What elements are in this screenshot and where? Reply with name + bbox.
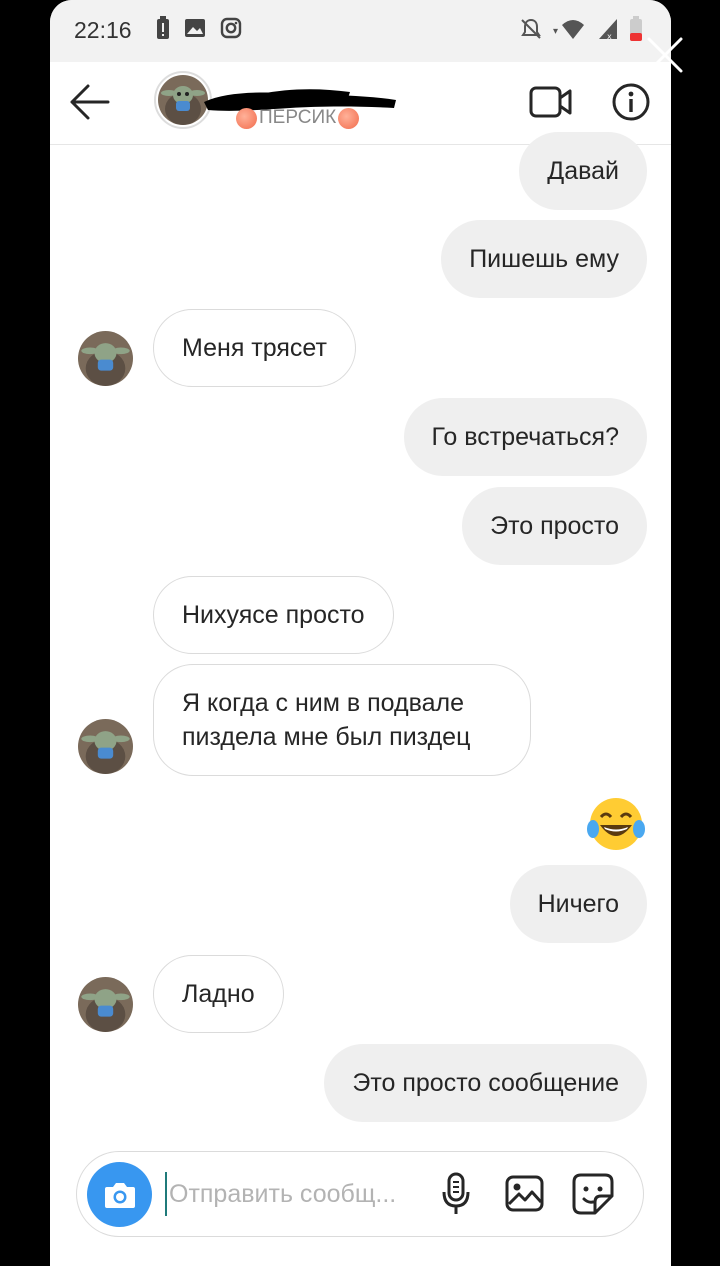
close-icon [647,37,683,73]
message-text: Ничего [537,889,619,918]
message-out[interactable]: Пишешь ему [441,220,647,298]
camera-button[interactable] [87,1162,152,1227]
contact-subtitle: ПЕРСИК [236,107,360,129]
message-text: Это просто [490,511,619,540]
arrow-left-icon [70,84,110,120]
message-text: Это просто сообщение [352,1068,619,1097]
camera-icon [104,1182,135,1208]
message-in[interactable]: Нихуясе просто [153,576,394,654]
battery-icon [630,16,642,41]
message-text: Давай [547,156,619,185]
status-bar: 22:16 ▾ x [50,0,671,62]
message-out[interactable]: Это просто сообщение [324,1044,647,1122]
message-composer [76,1151,644,1237]
wifi-icon: ▾ [553,20,584,39]
peach-icon [236,107,257,129]
message-text: Нихуясе просто [182,600,365,629]
message-text: Меня трясет [182,333,327,362]
message-text: Ладно [182,979,255,1008]
message-out[interactable]: Это просто [462,487,647,565]
status-time: 22:16 [74,17,132,43]
voice-message-button[interactable] [439,1172,473,1221]
image-notification-icon [185,19,205,37]
image-gallery-icon [505,1175,544,1212]
message-out[interactable]: Ничего [509,865,647,943]
message-text: Го встречаться? [431,422,619,451]
video-camera-icon [529,86,572,118]
svg-text:▾: ▾ [553,26,558,37]
message-in[interactable]: Меня трясет [153,309,356,387]
message-text: Я когда с ним в подвале пиздела мне был … [182,689,471,751]
sticker-button[interactable] [571,1172,615,1221]
microphone-icon [442,1172,470,1214]
avatar-image [78,331,133,386]
contact-mini-avatar[interactable] [78,331,133,386]
sticker-icon [572,1173,614,1215]
message-in[interactable]: Ладно [153,955,284,1033]
video-call-button[interactable] [529,85,573,124]
message-out-emoji[interactable] [585,795,647,858]
peach-icon [338,107,360,129]
avatar-image [78,977,133,1032]
face-with-tears-of-joy-icon [587,798,645,850]
gallery-button[interactable] [505,1174,545,1219]
message-text: Пишешь ему [469,244,619,273]
signal-icon: x [599,19,617,41]
message-in[interactable]: Я когда с ним в подвале пиздела мне был … [153,664,531,776]
svg-text:x: x [607,32,612,41]
instagram-notification-icon [220,17,242,39]
contact-mini-avatar[interactable] [78,719,133,774]
phone-screen: 22:16 ▾ x ПЕРСИК Давай Пишешь ему Меня т… [50,0,671,1266]
notifications-off-icon [521,18,541,39]
avatar-image [78,719,133,774]
battery-alert-icon [157,16,169,39]
message-out[interactable]: Го встречаться? [403,398,647,476]
back-button[interactable] [68,82,112,127]
info-button[interactable] [611,82,651,127]
info-icon [612,83,650,121]
message-input[interactable] [165,1172,425,1216]
close-button[interactable] [646,36,684,79]
subtitle-text: ПЕРСИК [259,107,337,128]
message-out[interactable]: Давай [519,132,647,210]
contact-mini-avatar[interactable] [78,977,133,1032]
